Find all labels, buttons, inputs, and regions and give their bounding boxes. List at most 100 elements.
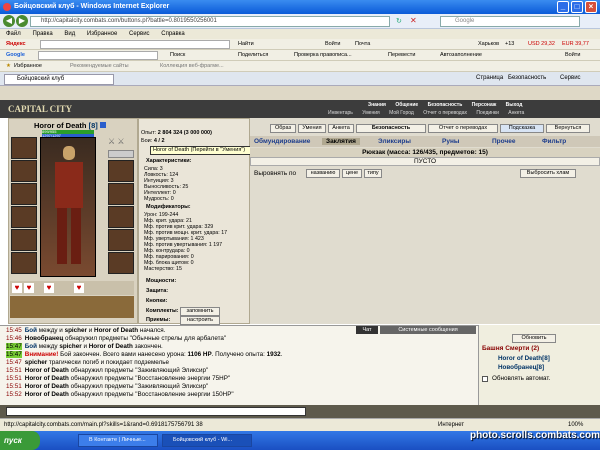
chat-nick[interactable]: Horor of Death xyxy=(25,383,69,390)
ring-slots[interactable] xyxy=(108,150,134,158)
nav-knowledge[interactable]: Знания xyxy=(368,102,386,108)
sets-header[interactable]: Комплекты: xyxy=(146,308,179,314)
chat-nick[interactable]: Horor of Death xyxy=(25,367,69,374)
player-name[interactable]: Новобранец xyxy=(498,364,536,371)
stats-header[interactable]: Характеристики: xyxy=(146,158,192,164)
profile-button[interactable]: Анкета xyxy=(328,124,354,133)
auto-refresh-checkbox[interactable] xyxy=(482,376,488,382)
url-input[interactable]: http://capitalcity.combats.com/buttons.p… xyxy=(30,16,390,27)
helmet-slot[interactable] xyxy=(11,137,37,159)
menu-favorites[interactable]: Избранное xyxy=(87,31,117,37)
refresh-room-button[interactable]: Обновить xyxy=(512,334,556,343)
chat-battle-link[interactable]: Бой xyxy=(25,327,37,334)
character-avatar[interactable] xyxy=(40,137,96,277)
task-combats[interactable]: Бойцовский клуб - Wi... xyxy=(162,434,252,447)
powers-header[interactable]: Мощности: xyxy=(146,278,176,284)
chat-nick[interactable]: spicher xyxy=(59,343,81,350)
menu-file[interactable]: Файл xyxy=(6,31,21,37)
close-window-button[interactable]: × xyxy=(585,1,597,13)
chat-nick[interactable]: Horor of Death xyxy=(94,327,138,334)
heart-icon-1[interactable]: ♥ xyxy=(12,283,22,293)
nav-chat[interactable]: Общение xyxy=(395,102,418,108)
forward-arrow-icon[interactable]: ▶ xyxy=(16,15,28,27)
shield-slot[interactable] xyxy=(108,206,134,228)
browser-search-input[interactable]: Google xyxy=(440,16,580,27)
google-search-input[interactable] xyxy=(38,51,158,60)
menu-tools[interactable]: Сервис xyxy=(129,31,150,37)
nav-security[interactable]: Безопасность xyxy=(428,102,463,108)
hint-button[interactable]: Подсказка xyxy=(500,124,544,133)
minimize-button[interactable]: _ xyxy=(557,1,569,13)
discard-junk-button[interactable]: Выбросить хлам xyxy=(520,169,576,178)
favorites-button[interactable]: Избранное xyxy=(14,61,42,72)
menu-help[interactable]: Справка xyxy=(161,31,185,37)
chat-nick[interactable]: Horor of Death xyxy=(25,391,69,398)
tab-filter[interactable]: Фильтр xyxy=(542,138,566,145)
share-button[interactable]: Поделиться xyxy=(238,50,268,61)
spellcheck-button[interactable]: Проверка правописа... xyxy=(294,50,352,61)
nav-exit[interactable]: Выход xyxy=(506,102,523,108)
refresh-icon[interactable]: ↻ xyxy=(396,17,402,25)
chat-nick[interactable]: spicher xyxy=(25,359,47,366)
heart-icon-3[interactable]: ♥ xyxy=(44,283,54,293)
sort-name-button[interactable]: названию xyxy=(306,169,340,178)
chat-nick[interactable]: Новобранец xyxy=(25,335,63,342)
image-button[interactable]: Образ xyxy=(270,124,296,133)
bracers-slot[interactable] xyxy=(11,160,37,182)
tab-chat[interactable]: Чат xyxy=(356,326,378,334)
yandex-mail-button[interactable]: Почта xyxy=(355,39,370,50)
chat-nick[interactable]: Horor of Death xyxy=(25,375,69,382)
sort-price-button[interactable]: цене xyxy=(342,169,362,178)
task-vkontakte[interactable]: В Контакте | Личные... xyxy=(78,434,158,447)
tools-menu[interactable]: Сервис xyxy=(560,75,581,81)
back-arrow-icon[interactable]: ◀ xyxy=(3,15,15,27)
tab-spells[interactable]: Заклятия xyxy=(322,138,360,145)
translate-button[interactable]: Перевести xyxy=(388,50,415,61)
skills-button[interactable]: Умения xyxy=(298,124,326,133)
heart-icon-2[interactable]: ♥ xyxy=(24,283,34,293)
armor-slot[interactable] xyxy=(11,206,37,228)
nav-transfers[interactable]: Отчет о переводах xyxy=(423,110,467,116)
settings-button[interactable]: настроить xyxy=(180,316,220,325)
boots-slot[interactable] xyxy=(108,252,134,274)
weapon-slot[interactable] xyxy=(11,183,37,205)
nav-battles[interactable]: Поединки xyxy=(476,110,499,116)
info-icon[interactable] xyxy=(99,122,106,128)
google-login-button[interactable]: Войти xyxy=(565,50,580,61)
chat-nick[interactable]: Horor of Death xyxy=(89,343,133,350)
amulet-slot[interactable] xyxy=(108,160,134,182)
nav-character[interactable]: Персонаж xyxy=(472,102,497,108)
techniques-header[interactable]: Приемы: xyxy=(146,317,170,323)
transfers-button[interactable]: Отчет о переводах xyxy=(428,124,498,133)
tab-system-messages[interactable]: Системные сообщения xyxy=(380,326,476,334)
nav-skills[interactable]: Умения xyxy=(362,110,379,116)
player-name[interactable]: Horor of Death xyxy=(498,355,542,362)
menu-view[interactable]: Вид xyxy=(64,31,75,37)
tab-other[interactable]: Прочее xyxy=(492,138,515,145)
yandex-search-input[interactable] xyxy=(40,40,230,49)
tab-combats[interactable]: Бойцовский клуб xyxy=(4,74,114,85)
stop-icon[interactable]: ✕ xyxy=(410,16,417,25)
nav-profile[interactable]: Анкета xyxy=(508,110,524,116)
chat-nick[interactable]: spicher xyxy=(65,327,87,334)
security-button[interactable]: Безопасность xyxy=(356,124,426,133)
belt-slot[interactable] xyxy=(11,229,37,251)
remember-button[interactable]: запомнить xyxy=(180,307,220,316)
menu-edit[interactable]: Правка xyxy=(32,31,52,37)
maximize-button[interactable]: □ xyxy=(571,1,583,13)
chat-input[interactable] xyxy=(6,407,306,416)
room-player[interactable]: Новобранец[8] xyxy=(498,364,544,371)
tab-runes[interactable]: Руны xyxy=(442,138,459,145)
safety-menu[interactable]: Безопасность xyxy=(508,75,546,81)
sort-type-button[interactable]: типу xyxy=(364,169,382,178)
tab-elixirs[interactable]: Эликсиры xyxy=(378,138,411,145)
chat-battle-link[interactable]: Бой xyxy=(25,343,37,350)
page-menu[interactable]: Страница xyxy=(476,75,503,81)
pants-slot[interactable] xyxy=(108,229,134,251)
nav-mycity[interactable]: Мой Город xyxy=(389,110,414,116)
autofill-button[interactable]: Автозаполнение xyxy=(440,50,482,61)
yandex-find-button[interactable]: Найти xyxy=(238,39,254,50)
nav-inventory[interactable]: Инвентарь xyxy=(328,110,353,116)
buttons-header[interactable]: Кнопки: xyxy=(146,298,167,304)
heart-icon-4[interactable]: ♥ xyxy=(74,283,84,293)
